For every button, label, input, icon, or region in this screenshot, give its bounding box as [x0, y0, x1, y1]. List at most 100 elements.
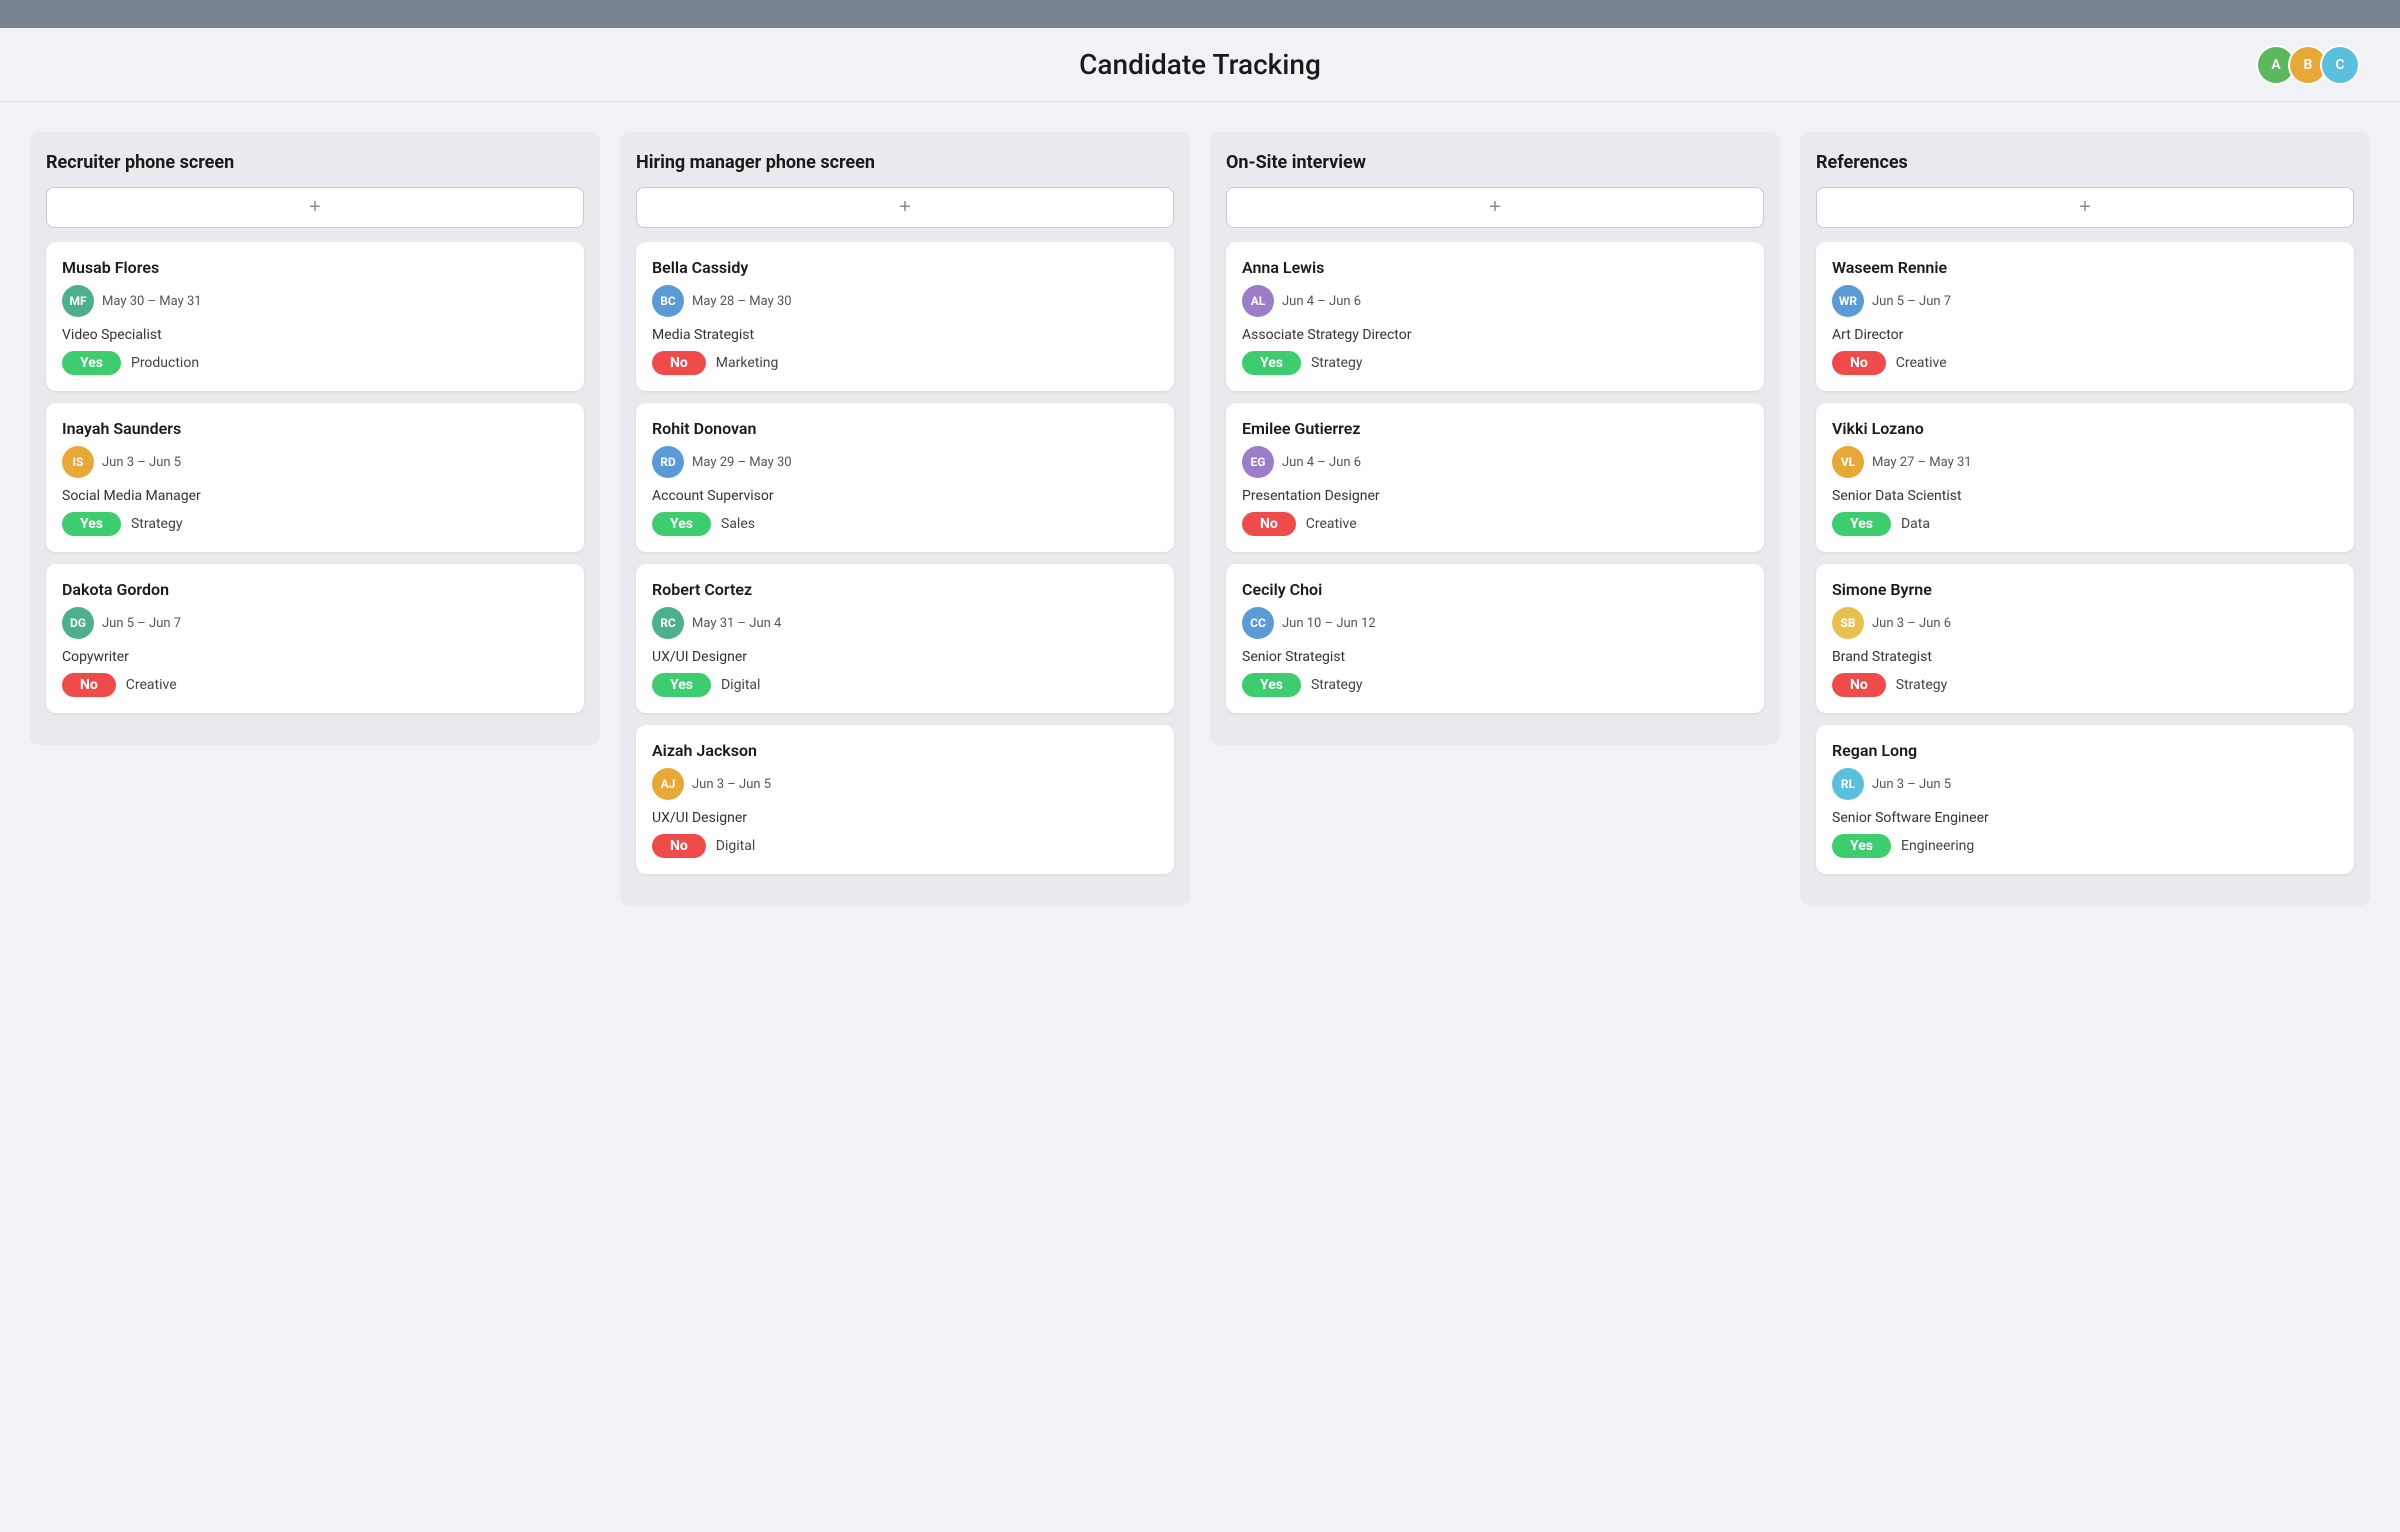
card-hiring-2[interactable]: Robert Cortez RC May 31 – Jun 4 UX/UI Desig… [636, 564, 1174, 713]
add-card-button-hiring[interactable]: + [636, 187, 1174, 228]
card-references-3[interactable]: Regan Long RL Jun 3 – Jun 5 Senior Software… [1816, 725, 2354, 874]
card-name: Cecily Choi [1242, 580, 1748, 599]
card-name: Simone Byrne [1832, 580, 2338, 599]
status-badge: No [652, 351, 706, 375]
avatar: DG [62, 607, 94, 639]
card-date: Jun 3 – Jun 5 [692, 777, 771, 792]
status-badge: No [1242, 512, 1296, 536]
card-dept: Strategy [1311, 355, 1362, 371]
card-onsite-0[interactable]: Anna Lewis AL Jun 4 – Jun 6 Associate Strat… [1226, 242, 1764, 391]
avatar: MF [62, 285, 94, 317]
status-badge: Yes [62, 512, 121, 536]
card-date: Jun 10 – Jun 12 [1282, 616, 1376, 631]
card-date: May 29 – May 30 [692, 455, 792, 470]
card-date: May 30 – May 31 [102, 294, 202, 309]
status-badge: No [62, 673, 116, 697]
card-hiring-1[interactable]: Rohit Donovan RD May 29 – May 30 Account Su… [636, 403, 1174, 552]
card-name: Regan Long [1832, 741, 2338, 760]
card-date: Jun 3 – Jun 5 [1872, 777, 1951, 792]
card-date: Jun 4 – Jun 6 [1282, 455, 1361, 470]
card-role: Senior Strategist [1242, 649, 1748, 665]
top-bar [0, 0, 2400, 28]
card-dept: Strategy [1311, 677, 1362, 693]
card-role: Senior Software Engineer [1832, 810, 2338, 826]
card-date: Jun 5 – Jun 7 [1872, 294, 1951, 309]
avatar: BC [652, 285, 684, 317]
card-name: Bella Cassidy [652, 258, 1158, 277]
column-onsite: On-Site interview + Anna Lewis AL Jun 4 – Ju… [1210, 132, 1780, 745]
card-onsite-1[interactable]: Emilee Gutierrez EG Jun 4 – Jun 6 Presentat… [1226, 403, 1764, 552]
status-badge: Yes [1832, 512, 1891, 536]
main-content: Recruiter phone screen + Musab Flores MF May… [0, 102, 2400, 1532]
card-dept: Digital [721, 677, 760, 693]
column-title-hiring: Hiring manager phone screen [636, 152, 1174, 173]
card-recruiter-1[interactable]: Inayah SaundersISJun 3 – Jun 5Social Med… [46, 403, 584, 552]
column-recruiter: Recruiter phone screen + Musab Flores MF May… [30, 132, 600, 745]
avatar: RD [652, 446, 684, 478]
avatar: WR [1832, 285, 1864, 317]
card-name: Waseem Rennie [1832, 258, 2338, 277]
card-onsite-2[interactable]: Cecily Choi CC Jun 10 – Jun 12 Senior Strat… [1226, 564, 1764, 713]
card-dept: Sales [721, 516, 755, 532]
card-name: Robert Cortez [652, 580, 1158, 599]
card-date: May 27 – May 31 [1872, 455, 1972, 470]
card-name: Anna Lewis [1242, 258, 1748, 277]
card-dept: Engineering [1901, 838, 1974, 854]
card-dept: Production [131, 355, 199, 371]
card-dept: Creative [1896, 355, 1947, 371]
card-role: Brand Strategist [1832, 649, 2338, 665]
card-date: Jun 4 – Jun 6 [1282, 294, 1361, 309]
card-recruiter-0[interactable]: Musab FloresMFMay 30 – May 31Video Speci… [46, 242, 584, 391]
header-avatars: ABC [2256, 45, 2360, 85]
column-references: References+Waseem RennieWRJun 5 – Jun 7A… [1800, 132, 2370, 906]
card-references-1[interactable]: Vikki LozanoVLMay 27 – May 31Senior Data… [1816, 403, 2354, 552]
card-role: Presentation Designer [1242, 488, 1748, 504]
card-date: May 31 – Jun 4 [692, 616, 781, 631]
card-dept: Strategy [131, 516, 182, 532]
avatar: AL [1242, 285, 1274, 317]
header: Candidate Tracking ABC [0, 28, 2400, 102]
card-name: Emilee Gutierrez [1242, 419, 1748, 438]
column-title-onsite: On-Site interview [1226, 152, 1764, 173]
card-dept: Marketing [716, 355, 779, 371]
card-recruiter-2[interactable]: Dakota Gordon DG Jun 5 – Jun 7 Copywriter No… [46, 564, 584, 713]
card-role: Social Media Manager [62, 488, 568, 504]
card-dept: Data [1901, 516, 1930, 532]
status-badge: Yes [652, 512, 711, 536]
card-name: Dakota Gordon [62, 580, 568, 599]
card-dept: Strategy [1896, 677, 1947, 693]
card-role: Copywriter [62, 649, 568, 665]
card-role: Account Supervisor [652, 488, 1158, 504]
card-name: Rohit Donovan [652, 419, 1158, 438]
status-badge: No [652, 834, 706, 858]
avatar: RC [652, 607, 684, 639]
card-hiring-3[interactable]: Aizah JacksonAJJun 3 – Jun 5UX/UI Design… [636, 725, 1174, 874]
column-title-recruiter: Recruiter phone screen [46, 152, 584, 173]
card-role: Media Strategist [652, 327, 1158, 343]
card-date: Jun 5 – Jun 7 [102, 616, 181, 631]
status-badge: Yes [62, 351, 121, 375]
avatar: RL [1832, 768, 1864, 800]
status-badge: No [1832, 351, 1886, 375]
card-role: Associate Strategy Director [1242, 327, 1748, 343]
avatar: VL [1832, 446, 1864, 478]
avatar: SB [1832, 607, 1864, 639]
card-hiring-0[interactable]: Bella CassidyBCMay 28 – May 30Media Stra… [636, 242, 1174, 391]
card-references-0[interactable]: Waseem Rennie WR Jun 5 – Jun 7 Art Director… [1816, 242, 2354, 391]
board: Recruiter phone screen + Musab Flores MF May… [30, 132, 2370, 906]
add-card-button-references[interactable]: + [1816, 187, 2354, 228]
card-name: Musab Flores [62, 258, 568, 277]
column-hiring: Hiring manager phone screen + Bella Cassid… [620, 132, 1190, 906]
status-badge: No [1832, 673, 1886, 697]
card-references-2[interactable]: Simone ByrneSBJun 3 – Jun 6Brand Strateg… [1816, 564, 2354, 713]
page-title: Candidate Tracking [1079, 48, 1321, 81]
avatar: CC [1242, 607, 1274, 639]
add-card-button-onsite[interactable]: + [1226, 187, 1764, 228]
avatar: EG [1242, 446, 1274, 478]
card-dept: Digital [716, 838, 755, 854]
card-role: UX/UI Designer [652, 810, 1158, 826]
card-role: Art Director [1832, 327, 2338, 343]
card-role: UX/UI Designer [652, 649, 1158, 665]
add-card-button-recruiter[interactable]: + [46, 187, 584, 228]
header-avatar-2: C [2320, 45, 2360, 85]
